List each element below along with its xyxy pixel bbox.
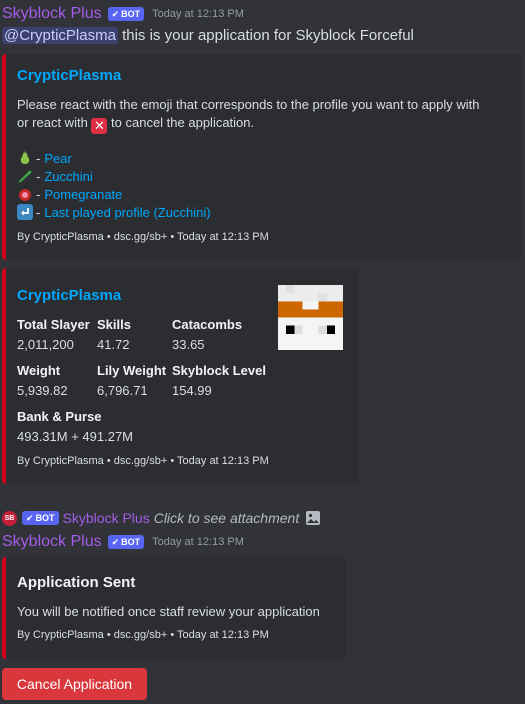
embed-title[interactable]: CrypticPlasma (17, 67, 121, 84)
field-catacombs-value: 33.65 (172, 337, 205, 352)
player-avatar (278, 285, 343, 350)
bot-avatar-icon: SB (2, 510, 17, 526)
profile-option-pomegranate[interactable]: - Pomegranate (17, 185, 122, 203)
message-timestamp: Today at 12:13 PM (152, 8, 244, 20)
field-skyblock-level-name: Skyblock Level (172, 363, 266, 378)
embed-description: You will be notified once staff review y… (17, 604, 320, 619)
cancel-application-button[interactable]: Cancel Application (2, 668, 147, 700)
field-lily-weight-value: 6,796.71 (97, 383, 148, 398)
bot-badge: ✔ BOT (107, 7, 145, 21)
embed-title: Application Sent (17, 574, 136, 591)
return-arrow-icon (17, 204, 33, 220)
embed-footer: By CrypticPlasma • dsc.gg/sb+ • Today at… (17, 231, 269, 243)
profile-option-zucchini[interactable]: - Zucchini (17, 167, 93, 185)
field-weight-name: Weight (17, 363, 61, 378)
embed-title[interactable]: CrypticPlasma (17, 287, 121, 304)
image-icon (306, 511, 321, 525)
bot-badge: ✔ BOT (22, 511, 59, 525)
field-skills-name: Skills (97, 317, 131, 332)
bot-username[interactable]: Skyblock Plus (2, 533, 102, 551)
message-content: @CrypticPlasma this is your application … (2, 27, 414, 44)
message-header: Skyblock Plus ✔ BOT Today at 12:13 PM (2, 5, 244, 23)
pomegranate-icon (19, 189, 31, 201)
profile-option-pear[interactable]: - Pear (17, 149, 72, 167)
embed-description: Please react with the emoji that corresp… (17, 97, 480, 134)
field-catacombs-name: Catacombs (172, 317, 243, 332)
reply-reference[interactable]: SB ✔ BOT Skyblock Plus Click to see attac… (2, 510, 321, 526)
profile-select-embed (2, 54, 521, 260)
field-weight-value: 5,939.82 (17, 383, 68, 398)
field-total-slayer-value: 2,011,200 (17, 337, 74, 352)
profile-option-last-played[interactable]: - Last played profile (Zucchini) (17, 203, 211, 221)
field-skyblock-level-value: 154.99 (172, 383, 212, 398)
field-total-slayer-name: Total Slayer (17, 317, 90, 332)
message-timestamp: Today at 12:13 PM (152, 536, 244, 548)
embed-footer: By CrypticPlasma • dsc.gg/sb+ • Today at… (17, 455, 269, 467)
attachment-link-text[interactable]: Click to see attachment (154, 510, 300, 526)
verified-check-icon: ✔ (111, 536, 120, 547)
field-skills-value: 41.72 (97, 337, 130, 352)
bot-username[interactable]: Skyblock Plus (2, 5, 102, 23)
embed-footer: By CrypticPlasma • dsc.gg/sb+ • Today at… (17, 629, 269, 641)
pear-icon (20, 150, 30, 164)
bot-badge: ✔ BOT (107, 535, 145, 549)
field-lily-weight-name: Lily Weight (97, 363, 167, 378)
user-mention[interactable]: @CrypticPlasma (2, 27, 118, 44)
field-bank-purse-value: 493.31M + 491.27M (17, 429, 133, 444)
cancel-x-icon: ✕ (91, 118, 108, 134)
verified-check-icon: ✔ (111, 8, 120, 19)
zucchini-icon (18, 170, 32, 183)
verified-check-icon: ✔ (26, 512, 34, 523)
message-header: Skyblock Plus ✔ BOT Today at 12:13 PM (2, 533, 244, 551)
field-bank-purse-name: Bank & Purse (17, 409, 102, 424)
reply-username: Skyblock Plus (62, 510, 150, 526)
